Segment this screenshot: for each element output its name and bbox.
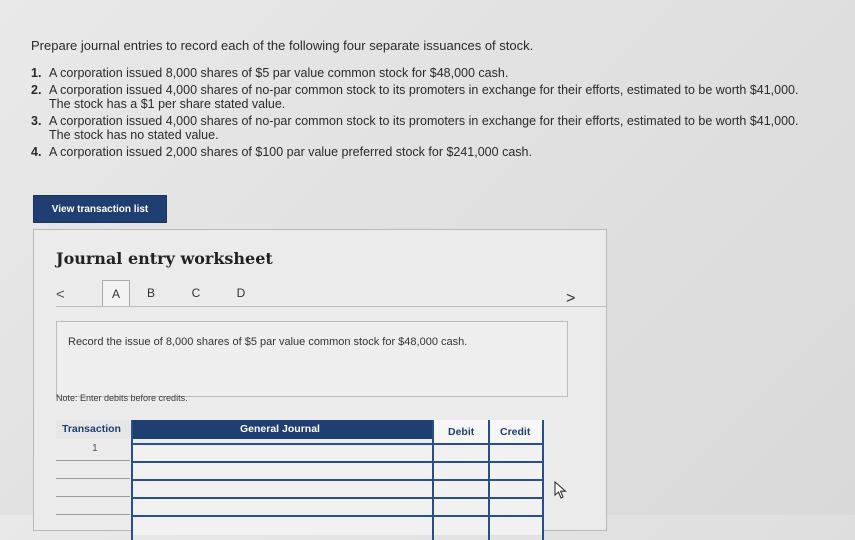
tab-b[interactable]: B [136,280,166,306]
problem-item-4: 4. A corporation issued 2,000 shares of … [31,145,821,159]
grid-line [132,479,542,481]
problem-item-number: 3. [31,114,42,128]
problem-list: 1. A corporation issued 8,000 shares of … [31,66,821,162]
tab-d[interactable]: D [226,280,256,306]
transaction-number: 1 [92,442,98,454]
prev-tab-arrow-icon[interactable]: < [56,286,65,303]
tab-c[interactable]: C [181,280,211,306]
view-transaction-list-button[interactable]: View transaction list [33,195,167,223]
instruction-box: Record the issue of 8,000 shares of $5 p… [56,321,568,397]
account-input-column[interactable] [132,445,432,535]
problem-item-text: A corporation issued 4,000 shares of no-… [49,83,799,111]
grid-line [542,420,544,540]
credit-input-column[interactable] [490,445,542,535]
grid-line [56,478,130,479]
problem-item-2: 2. A corporation issued 4,000 shares of … [31,83,821,111]
grid-line [56,496,130,497]
grid-line [56,460,130,461]
debit-input-column[interactable] [434,445,488,535]
grid-line [488,420,490,540]
problem-item-3: 3. A corporation issued 4,000 shares of … [31,114,821,142]
grid-line [132,443,542,445]
journal-entry-worksheet: Journal entry worksheet < A B C D Record… [33,229,607,540]
mouse-pointer-icon [553,480,569,504]
grid-line [432,420,434,540]
problem-item-text: A corporation issued 8,000 shares of $5 … [49,66,509,80]
grid-line [132,515,542,517]
grid-line [131,420,133,540]
problem-intro: Prepare journal entries to record each o… [31,38,534,53]
debit-header: Debit [448,426,475,438]
mouse-pointer-icon-svg [554,480,567,499]
problem-item-number: 1. [31,66,42,80]
problem-item-text: A corporation issued 2,000 shares of $10… [49,145,532,159]
next-tab-arrow-icon[interactable]: > [566,290,575,308]
problem-item-number: 4. [31,145,42,159]
problem-item-text: A corporation issued 4,000 shares of no-… [49,114,799,142]
general-journal-header: General Journal [240,423,320,435]
tab-divider [56,306,606,307]
instruction-text: Record the issue of 8,000 shares of $5 p… [68,336,468,348]
tab-a[interactable]: A [102,280,130,307]
grid-line [132,497,542,499]
note-text: Note: Enter debits before credits. [56,393,188,403]
credit-header: Credit [500,426,531,438]
worksheet-title: Journal entry worksheet [56,249,273,268]
problem-item-1: 1. A corporation issued 8,000 shares of … [31,66,821,80]
transaction-header: Transaction [62,423,121,435]
problem-item-number: 2. [31,83,42,97]
grid-line [132,461,542,463]
